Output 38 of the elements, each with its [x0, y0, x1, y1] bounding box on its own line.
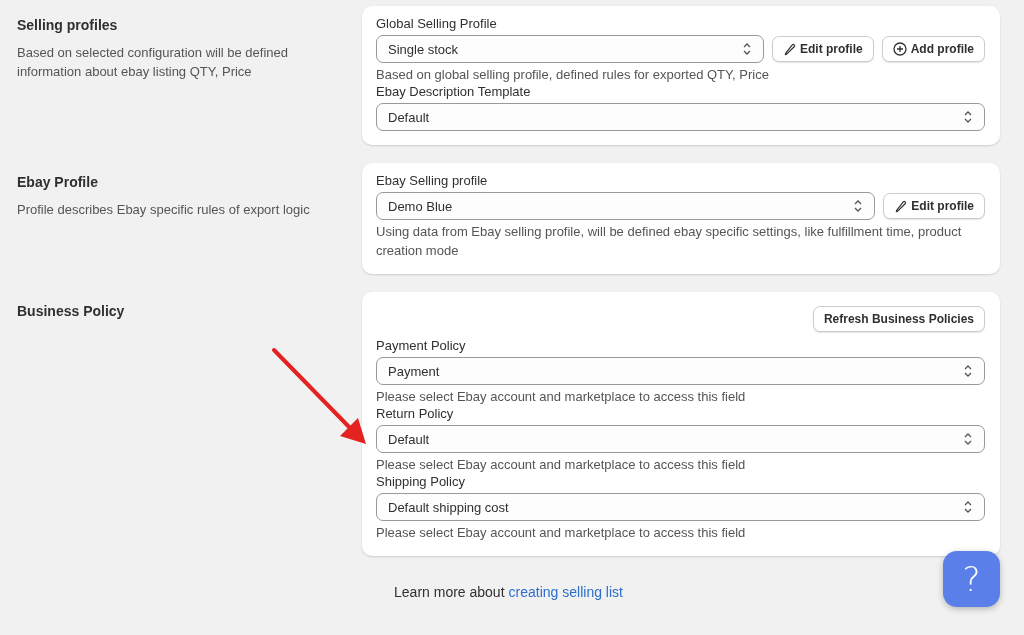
- add-profile-button[interactable]: Add profile: [881, 36, 985, 62]
- edit-profile-button[interactable]: Edit profile: [772, 36, 874, 62]
- help-text: Please select Ebay account and marketplace to access this field: [376, 456, 747, 474]
- field-label: Shipping Policy: [376, 474, 465, 489]
- plus-circle-icon: [892, 42, 907, 56]
- select-field[interactable]: Default shipping cost: [376, 493, 985, 521]
- help-text: Based on global selling profile, defined rules for exported QTY, Price: [376, 66, 770, 84]
- section-description: Profile describes Ebay specific rules of export logic: [17, 201, 311, 219]
- chevron-updown-icon: [963, 432, 973, 446]
- selling-list-link[interactable]: creating selling list: [508, 584, 623, 600]
- select-field[interactable]: Default: [376, 103, 985, 131]
- field-label: Return Policy: [376, 406, 454, 421]
- pencil-icon: [894, 199, 908, 213]
- field-label: Global Selling Profile: [376, 16, 497, 31]
- field-label: Ebay Description Template: [376, 84, 531, 99]
- chevron-updown-icon: [963, 110, 973, 124]
- field-label: Ebay Selling profile: [376, 173, 488, 188]
- chevron-updown-icon: [963, 500, 973, 514]
- section-title: Business Policy: [17, 303, 125, 319]
- select-field[interactable]: Default: [376, 425, 985, 453]
- section-description: Based on selected configuration will be defined information about ebay listing QTY, Price: [17, 44, 289, 81]
- help-button[interactable]: ?: [943, 551, 1000, 607]
- help-text: Please select Ebay account and marketplace to access this field: [376, 388, 747, 406]
- field-label: Payment Policy: [376, 338, 466, 353]
- select-field[interactable]: Demo Blue: [376, 192, 876, 220]
- section-title: Ebay Profile: [17, 174, 98, 190]
- chevron-updown-icon: [963, 364, 973, 378]
- edit-profile-button[interactable]: Edit profile: [883, 193, 985, 219]
- chevron-updown-icon: [742, 42, 752, 56]
- footer-text: Learn more about: [394, 584, 505, 600]
- help-text: Using data from Ebay selling profile, will be defined ebay specific settings, like fulfillment time, product creation mode: [376, 223, 963, 260]
- section-title: Selling profiles: [17, 17, 118, 33]
- select-field[interactable]: Payment: [376, 357, 985, 385]
- refresh-button[interactable]: Refresh Business Policies: [812, 306, 985, 332]
- chevron-updown-icon: [853, 199, 864, 213]
- help-text: Please select Ebay account and marketplace to access this field: [376, 524, 747, 542]
- select-field[interactable]: Single stock: [376, 35, 764, 63]
- pencil-icon: [783, 42, 796, 56]
